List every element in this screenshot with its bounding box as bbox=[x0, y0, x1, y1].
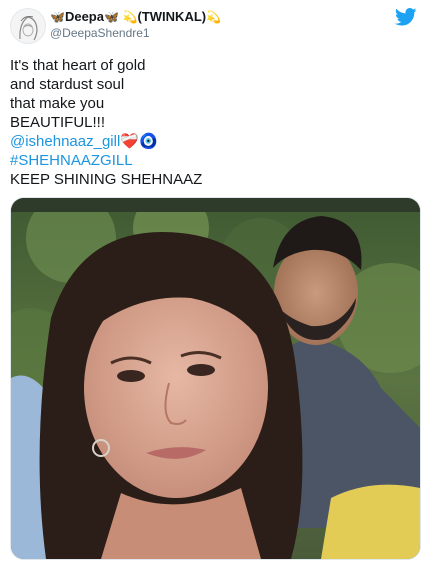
mention-link[interactable]: @ishehnaaz_gill bbox=[10, 133, 120, 150]
display-name[interactable]: 🦋Deepa🦋 💫(TWINKAL)💫 bbox=[50, 9, 221, 25]
display-name-suffix: (TWINKAL) bbox=[137, 9, 207, 24]
heart-evil-eye-emoji: ❤️‍🩹🧿 bbox=[120, 133, 158, 150]
hashtag-link[interactable]: #SHEHNAAZGILL bbox=[10, 152, 133, 169]
tweet-line: BEAUTIFUL!!! bbox=[10, 114, 106, 131]
tweet-card: 🦋Deepa🦋 💫(TWINKAL)💫 @DeepaShendre1 It's … bbox=[0, 0, 427, 561]
photo-image bbox=[11, 198, 420, 559]
display-name-text: Deepa bbox=[64, 9, 104, 24]
tweet-line: and stardust soul bbox=[10, 76, 125, 93]
dizzy-star-icon: 💫 bbox=[122, 10, 138, 24]
avatar[interactable] bbox=[10, 8, 46, 44]
avatar-sketch-icon bbox=[11, 9, 45, 43]
butterfly-icon: 🦋 bbox=[50, 10, 65, 24]
dizzy-star-icon: 💫 bbox=[206, 10, 222, 24]
mention-line: @ishehnaaz_gill❤️‍🩹🧿 bbox=[10, 132, 410, 151]
tweet-header: 🦋Deepa🦋 💫(TWINKAL)💫 @DeepaShendre1 bbox=[10, 6, 417, 44]
user-names: 🦋Deepa🦋 💫(TWINKAL)💫 @DeepaShendre1 bbox=[50, 9, 221, 41]
tweet-photo[interactable] bbox=[10, 197, 421, 560]
tweet-line: that make you bbox=[10, 95, 105, 112]
tweet-line: KEEP SHINING SHEHNAAZ bbox=[10, 171, 203, 188]
butterfly-icon: 🦋 bbox=[103, 10, 119, 24]
tweet-line: It's that heart of gold bbox=[10, 57, 146, 74]
twitter-bird-icon[interactable] bbox=[394, 8, 417, 26]
tweet-text: It's that heart of gold and stardust sou… bbox=[10, 56, 410, 189]
user-handle[interactable]: @DeepaShendre1 bbox=[50, 25, 221, 41]
